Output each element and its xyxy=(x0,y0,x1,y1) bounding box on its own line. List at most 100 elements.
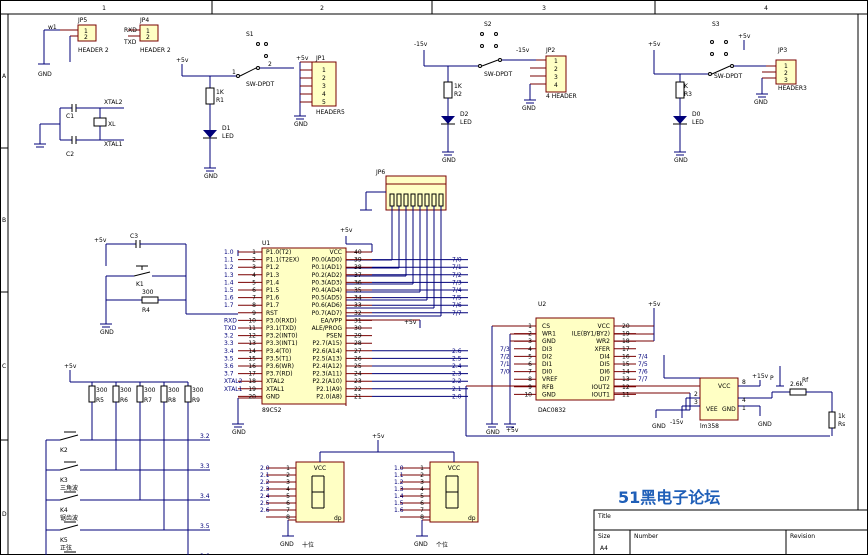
u1-net-4: 1.3 xyxy=(224,272,234,279)
u2-pin-name-17: XFER xyxy=(594,346,610,353)
u1-net-33: 7/6 xyxy=(452,302,462,309)
tens-pin-2: 2 xyxy=(286,472,290,479)
u1-pin-num-10: 10 xyxy=(248,317,256,324)
u2-pin-name-12: IOUT2 xyxy=(592,384,611,391)
tens-net-7: 2.6 xyxy=(260,507,270,514)
u2-pin-num-1: 1 xyxy=(528,323,532,330)
opamp-part: lm358 xyxy=(700,423,719,430)
u2-pin-name-13: DI7 xyxy=(600,376,610,383)
u1-net-25: 2.4 xyxy=(452,363,462,370)
u1-pin-num-27: 27 xyxy=(354,348,362,355)
u2-pin-name-18: WR2 xyxy=(596,338,610,345)
pullup-resistor-bank xyxy=(69,370,188,383)
ones-dp: dp xyxy=(468,515,476,522)
u1-pin-name-40: VCC xyxy=(330,249,342,256)
vpos-label-opamp: +15v xyxy=(752,373,769,380)
u1-net-21: 2.0 xyxy=(452,393,462,400)
r2-value: 1K xyxy=(454,83,463,90)
u2-net-4: 7/3 xyxy=(500,346,510,353)
jp3-pin-1: 1 xyxy=(784,63,788,70)
u1-pin-name-3: P1.2 xyxy=(266,264,279,271)
gnd-label-jp1: GND xyxy=(294,121,308,128)
ones-pin-3: 3 xyxy=(420,479,424,486)
key-net-2: 3.3 xyxy=(200,463,210,470)
u2-pin-num-5: 5 xyxy=(528,353,532,360)
tens-dp: dp xyxy=(334,515,342,522)
jp4-net-txd: TXD xyxy=(123,39,137,46)
ones-pin-1: 1 xyxy=(420,465,424,472)
key-contact xyxy=(59,494,79,501)
u1-net-7: 1.6 xyxy=(224,295,234,302)
opamp-vee: VEE xyxy=(706,406,718,413)
jp2-ref: JP2 xyxy=(545,47,555,54)
u1-pin-num-3: 3 xyxy=(252,264,256,271)
u1-net-1: 1.0 xyxy=(224,249,234,256)
key-contact xyxy=(59,464,79,471)
u1-pin-num-9: 9 xyxy=(252,310,256,317)
r4-ref: R4 xyxy=(142,307,150,314)
gnd-label-opamp: GND xyxy=(758,421,772,428)
reset-circuit xyxy=(100,240,239,328)
u1-pin-num-13: 13 xyxy=(248,340,256,347)
u2-pin-name-9: RFB xyxy=(542,384,554,391)
rf-ref: Rf xyxy=(802,377,809,384)
u1-pin-name-16: P3.6(WR) xyxy=(266,363,294,370)
d0-type: LED xyxy=(692,119,704,126)
u2-pin-name-10: GND xyxy=(542,391,556,398)
u2-pin-num-9: 9 xyxy=(528,384,532,391)
u1-pin-num-35: 35 xyxy=(354,287,362,294)
gnd-label-ones: GND xyxy=(414,541,428,548)
gnd-label-reset: GND xyxy=(100,329,114,336)
ones-pin-6: 6 xyxy=(420,500,424,507)
d2-ref: D2 xyxy=(460,111,469,118)
key-contact xyxy=(59,524,79,531)
u1-pin-name-38: P0.1(AD1) xyxy=(312,264,342,271)
ones-net-1: 1.0 xyxy=(394,465,404,472)
gnd-label-u1: GND xyxy=(232,429,246,436)
u2-pin-num-18: 18 xyxy=(622,338,630,345)
ones-pin-2: 2 xyxy=(420,472,424,479)
gnd-label-jp2: GND xyxy=(522,105,536,112)
tens-pin-4: 4 xyxy=(286,486,290,493)
u2-pin-num-11: 11 xyxy=(622,391,630,398)
jp2-name: 4 HEADER xyxy=(546,93,577,100)
u1-pin-name-39: P0.0(AD0) xyxy=(312,257,342,264)
u1-net-5: 1.4 xyxy=(224,279,234,286)
rs-ref: Rs xyxy=(838,421,845,428)
vcc-label-jp3: +5v xyxy=(738,33,751,40)
u2-pin-name-8: VREF xyxy=(542,376,558,383)
u2-pin-name-7: DI0 xyxy=(542,369,552,376)
u1-net-26: 2.5 xyxy=(452,355,462,362)
u1-pin-name-34: P0.5(AD5) xyxy=(312,295,342,302)
vcc-label-s1: +5v xyxy=(176,57,189,64)
u2-pin-name-5: DI2 xyxy=(542,353,552,360)
xtal2-label: XTAL2 xyxy=(104,99,123,106)
u1-pin-num-23: 23 xyxy=(354,378,362,385)
jp2-pin-1: 1 xyxy=(554,58,558,65)
vcc-label-u2: +5v xyxy=(648,301,661,308)
zone-top-4: 4 xyxy=(764,5,768,12)
size-label: Size xyxy=(598,533,611,540)
jp1-ref: JP1 xyxy=(315,55,325,62)
vneg-label-jp2: -15v xyxy=(516,47,530,54)
u1-pin-num-6: 6 xyxy=(252,287,256,294)
revision-label: Revision xyxy=(790,533,815,540)
u2-net-5: 7/2 xyxy=(500,353,510,360)
xtal1-label: XTAL1 xyxy=(104,141,123,148)
u1-net-15: 3.5 xyxy=(224,355,234,362)
u1-pin-num-26: 26 xyxy=(354,355,362,362)
u1-pin-num-14: 14 xyxy=(248,348,256,355)
tens-label: 十位 xyxy=(302,541,314,549)
u1-pin-name-5: P1.4 xyxy=(266,279,279,286)
u1-net-37: 7/2 xyxy=(452,272,462,279)
u2-pin-name-4: DI3 xyxy=(542,346,552,353)
pullup-value-R6: 300 xyxy=(120,387,132,394)
jp4-name: HEADER 2 xyxy=(140,47,171,54)
u1-pin-num-30: 30 xyxy=(354,325,362,332)
u1-net-12: 3.2 xyxy=(224,333,234,340)
pullup-ref-R6: R6 xyxy=(120,397,128,404)
opamp-pin-3: 3 xyxy=(694,399,698,406)
vcc-label-seg: +5v xyxy=(372,433,385,440)
u1-pin-name-35: P0.4(AD4) xyxy=(312,287,342,294)
jp3-pin-3: 3 xyxy=(784,77,788,84)
